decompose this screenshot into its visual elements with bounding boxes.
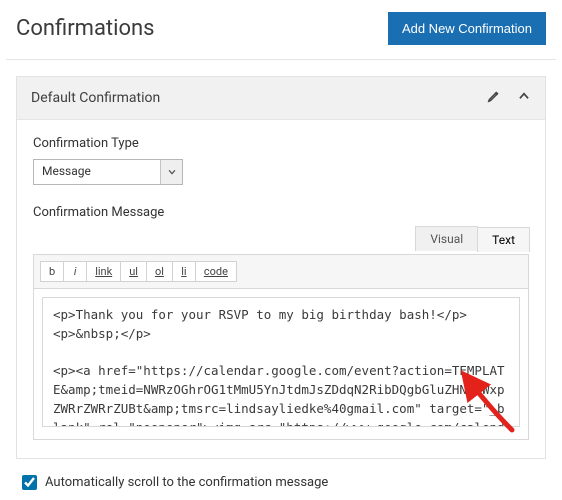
panel-body: Confirmation Type Message Confirmation M… (17, 120, 545, 458)
collapse-icon[interactable] (517, 89, 531, 107)
chevron-down-icon (160, 160, 182, 184)
editor-toolbar: b i link ul ol li code (34, 255, 528, 289)
auto-scroll-row[interactable]: Automatically scroll to the confirmation… (16, 473, 546, 492)
bold-button[interactable]: b (40, 261, 64, 282)
message-textarea[interactable] (42, 297, 520, 427)
add-confirmation-button[interactable]: Add New Confirmation (388, 12, 546, 45)
confirmation-panel: Default Confirmation Confirmation Type M… (16, 76, 546, 459)
page-header: Confirmations Add New Confirmation (6, 6, 556, 60)
confirmation-type-select[interactable]: Message (33, 159, 183, 185)
tab-text[interactable]: Text (477, 227, 530, 252)
select-value: Message (34, 160, 160, 184)
panel-actions (487, 89, 531, 107)
type-label: Confirmation Type (33, 136, 529, 151)
auto-scroll-label: Automatically scroll to the confirmation… (45, 475, 328, 490)
textarea-wrap (34, 289, 528, 439)
italic-button[interactable]: i (63, 261, 87, 282)
ul-button[interactable]: ul (120, 261, 147, 282)
page-title: Confirmations (16, 16, 155, 41)
link-button[interactable]: link (86, 261, 121, 282)
ol-button[interactable]: ol (146, 261, 173, 282)
li-button[interactable]: li (172, 261, 196, 282)
editor-tabs: Visual Text (416, 226, 530, 251)
tab-visual[interactable]: Visual (415, 226, 478, 251)
auto-scroll-checkbox[interactable] (22, 475, 37, 490)
panel-title: Default Confirmation (31, 90, 160, 106)
message-label: Confirmation Message (33, 205, 529, 220)
editor: b i link ul ol li code (33, 254, 529, 440)
editor-block: Visual Text b i link ul ol li code (33, 254, 529, 440)
edit-icon[interactable] (487, 89, 501, 107)
panel-header: Default Confirmation (17, 77, 545, 120)
code-button[interactable]: code (195, 261, 237, 282)
